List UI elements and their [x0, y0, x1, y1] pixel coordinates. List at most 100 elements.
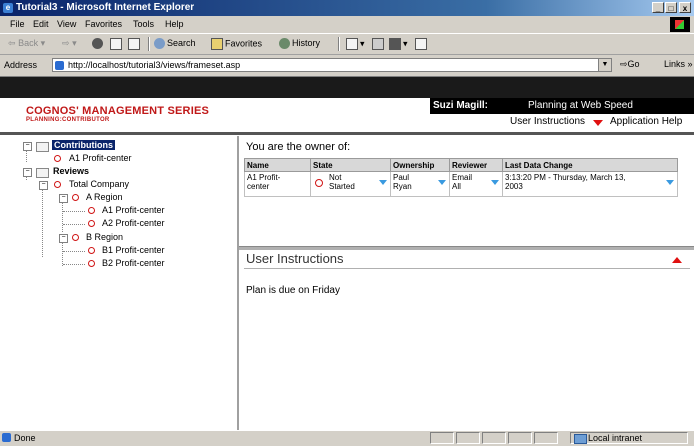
instructions-title: User Instructions [246, 251, 344, 266]
home-icon [128, 38, 140, 50]
column-header-reviewer[interactable]: Reviewer [449, 158, 503, 172]
favorites-icon [211, 38, 223, 50]
ie-icon: e [3, 3, 13, 13]
tree-line [62, 202, 63, 232]
cell-name[interactable]: A1 Profit-center [244, 171, 311, 197]
state-circle-icon [315, 179, 323, 187]
status-panel [482, 432, 506, 444]
back-button[interactable]: ⇦ Back ▾ [8, 38, 45, 49]
minimize-button[interactable]: _ [652, 2, 664, 13]
links-button[interactable]: Links » [664, 59, 693, 69]
menu-tools[interactable]: Tools [133, 19, 154, 29]
zone-text: Local intranet [588, 433, 643, 443]
tagline: Planning at Web Speed [528, 100, 633, 111]
user-instructions-link[interactable]: User Instructions [510, 116, 585, 127]
menu-view[interactable]: View [57, 19, 76, 29]
owner-table: Name State Ownership Reviewer Last Data … [244, 158, 678, 197]
cell-text: Paul [393, 173, 410, 182]
toolbar-divider [148, 37, 150, 51]
stop-icon [92, 38, 103, 50]
brand-subtitle: PLANNING:CONTRIBUTOR [26, 117, 110, 123]
favorites-button[interactable]: Favorites [211, 38, 262, 50]
tree-line [62, 242, 63, 266]
menu-help[interactable]: Help [165, 19, 184, 29]
cell-text: A1 Profit- [247, 173, 281, 182]
status-text: Done [14, 433, 36, 443]
back-arrow-icon: ⇦ [8, 38, 16, 48]
dropdown-arrow-icon[interactable] [438, 180, 446, 185]
discuss-button[interactable] [415, 38, 429, 50]
triangle-up-icon[interactable] [672, 257, 682, 263]
owner-table-wrap: Name State Ownership Reviewer Last Data … [244, 158, 678, 197]
search-button[interactable]: Search [154, 38, 196, 50]
dropdown-arrow-icon[interactable] [379, 180, 387, 185]
state-circle-icon [72, 194, 79, 201]
menu-favorites[interactable]: Favorites [85, 19, 122, 29]
window-titlebar[interactable]: e Tutorial3 - Microsoft Internet Explore… [0, 0, 694, 16]
column-header-ownership[interactable]: Ownership [390, 158, 450, 172]
collapse-icon[interactable]: − [59, 194, 68, 203]
cell-ownership[interactable]: Paul Ryan [390, 171, 450, 197]
status-panel [430, 432, 454, 444]
go-arrow-icon: ⇨ [620, 59, 628, 69]
address-input[interactable]: http://localhost/tutorial3/views/framese… [52, 58, 612, 72]
status-panel [534, 432, 558, 444]
tree-label: A1 Profit-center [102, 205, 165, 215]
forward-button[interactable]: ⇨ ▾ [62, 38, 77, 49]
app-header: COGNOS' MANAGEMENT SERIES PLANNING:CONTR… [0, 98, 694, 132]
windows-logo-icon [670, 17, 690, 32]
triangle-down-icon[interactable] [593, 120, 603, 126]
state-circle-icon [88, 260, 95, 267]
collapse-icon[interactable]: − [39, 181, 48, 190]
cell-state[interactable]: Not Started [310, 171, 391, 197]
tree-label-contributions: Contributions [52, 140, 115, 150]
close-button[interactable]: x [679, 2, 691, 13]
column-header-name[interactable]: Name [244, 158, 311, 172]
menu-edit[interactable]: Edit [33, 19, 49, 29]
print-button[interactable] [372, 38, 386, 50]
toolbar-divider [338, 37, 340, 51]
menu-file[interactable]: File [10, 19, 25, 29]
frame-margin [0, 136, 14, 430]
table-row[interactable]: A1 Profit-center Not Started Paul Ryan Ema… [244, 171, 678, 197]
application-help-link[interactable]: Application Help [610, 116, 682, 127]
tree-label: A1 Profit-center [69, 153, 132, 163]
collapse-icon[interactable]: − [23, 142, 32, 151]
page-icon [55, 61, 64, 70]
cell-last-change[interactable]: 3:13:20 PM - Thursday, March 13, 2003 [502, 171, 678, 197]
tree-label-reviews: Reviews [53, 166, 90, 176]
maximize-button[interactable]: □ [665, 2, 677, 13]
tree-label: B2 Profit-center [102, 258, 165, 268]
frame-splitter[interactable] [239, 246, 694, 250]
cell-text: Not [329, 173, 342, 182]
refresh-button[interactable] [110, 38, 124, 50]
mail-button[interactable]: ▾ [346, 38, 365, 50]
cell-reviewer[interactable]: Email All [449, 171, 503, 197]
state-circle-icon [54, 155, 61, 162]
chevron-down-icon: ▾ [40, 38, 46, 48]
dropdown-arrow-icon[interactable] [491, 180, 499, 185]
folder-icon [36, 168, 49, 178]
dropdown-arrow-icon[interactable] [666, 180, 674, 185]
column-header-state[interactable]: State [310, 158, 391, 172]
collapse-icon[interactable]: − [59, 234, 68, 243]
stop-button[interactable] [92, 38, 105, 50]
address-dropdown-icon[interactable]: ▼ [598, 59, 611, 71]
chevron-down-icon: ▾ [72, 38, 77, 48]
history-button[interactable]: History [279, 38, 320, 50]
address-url: http://localhost/tutorial3/views/framese… [68, 60, 241, 70]
tree-label: A Region [86, 192, 123, 202]
collapse-icon[interactable]: − [23, 168, 32, 177]
column-header-last-change[interactable]: Last Data Change [502, 158, 678, 172]
state-circle-icon [88, 220, 95, 227]
tree-line [63, 224, 85, 225]
address-label: Address [4, 60, 38, 70]
history-icon [279, 38, 290, 50]
home-button[interactable] [128, 38, 142, 50]
edit-button[interactable]: ▾ [389, 38, 408, 50]
status-panel [508, 432, 532, 444]
chevron-down-icon: ▾ [403, 38, 408, 49]
intranet-icon [574, 434, 587, 444]
tree-pane: − Contributions A1 Profit-center − Revie… [14, 136, 239, 430]
go-button[interactable]: ⇨Go [620, 59, 640, 70]
